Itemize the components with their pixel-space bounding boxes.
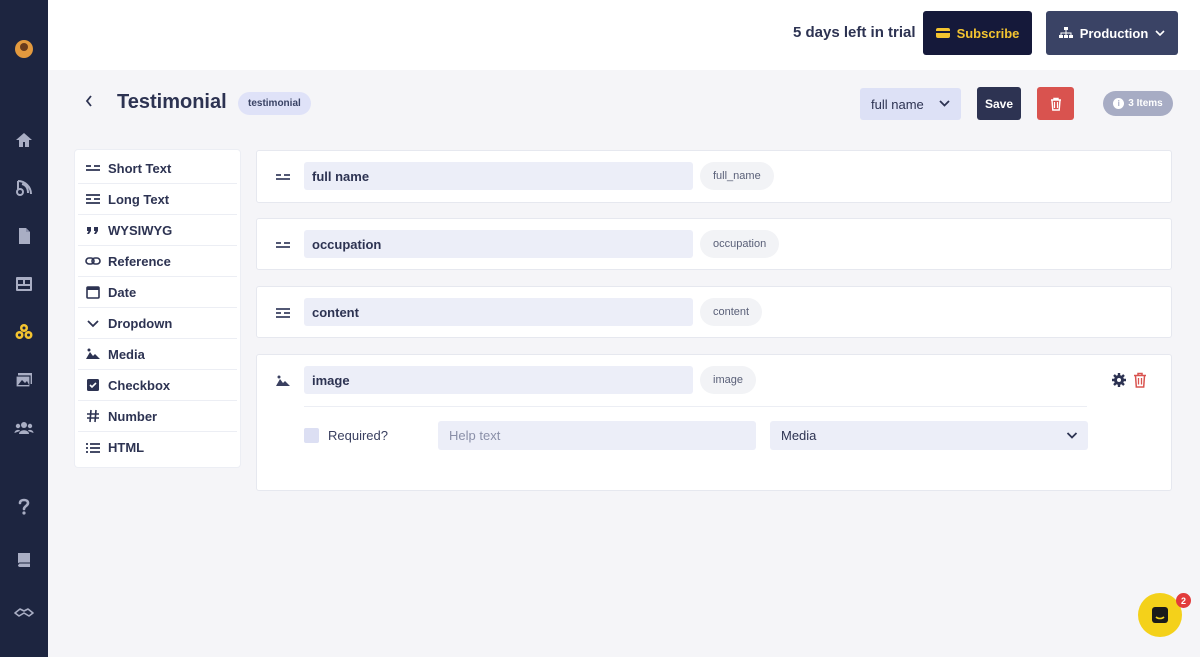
- field-row-occupation[interactable]: occupation occupation: [256, 218, 1172, 270]
- layout-icon[interactable]: [12, 272, 36, 296]
- sitemap-icon: [1058, 27, 1073, 38]
- left-navigation: [0, 0, 48, 657]
- palette-item-label: Media: [108, 346, 145, 362]
- trial-status: 5 days left in trial: [793, 24, 916, 41]
- palette-item-label: HTML: [108, 440, 145, 455]
- palette-item-html[interactable]: HTML: [78, 432, 237, 463]
- help-icon[interactable]: [12, 494, 36, 518]
- trash-icon[interactable]: [1133, 372, 1147, 388]
- palette-item-label: WYSIWYG: [108, 222, 173, 238]
- short-text-icon: [86, 165, 100, 171]
- handshake-icon[interactable]: [12, 600, 36, 624]
- field-type-select[interactable]: Media: [770, 421, 1088, 450]
- media-icon[interactable]: [12, 368, 36, 392]
- required-checkbox[interactable]: [304, 428, 319, 443]
- field-key-badge: full_name: [700, 162, 774, 190]
- checkbox-icon: [87, 379, 99, 391]
- hash-icon: [87, 409, 99, 423]
- delete-model-button[interactable]: [1037, 87, 1074, 120]
- help-text-input[interactable]: [438, 421, 756, 450]
- image-icon: [86, 348, 100, 359]
- trash-icon: [1050, 97, 1061, 111]
- field-row-full-name[interactable]: full name full_name: [256, 150, 1172, 203]
- title-field-select-value: full name: [871, 96, 924, 112]
- field-row-content[interactable]: content content: [256, 286, 1172, 338]
- environment-selector[interactable]: Production: [1046, 11, 1178, 55]
- users-icon[interactable]: [12, 416, 36, 440]
- chevron-left-icon: [85, 95, 92, 107]
- palette-item-short-text[interactable]: Short Text: [78, 153, 237, 184]
- items-count-badge: i 3 Items: [1103, 91, 1173, 116]
- field-type-select-value: Media: [781, 428, 817, 443]
- image-icon: [276, 375, 290, 386]
- field-name-input[interactable]: occupation: [304, 230, 693, 258]
- palette-item-wysiwyg[interactable]: WYSIWYG: [78, 215, 237, 246]
- field-name-input[interactable]: full name: [304, 162, 693, 190]
- chevron-down-icon: [1066, 432, 1078, 439]
- palette-item-label: Date: [108, 284, 137, 300]
- palette-item-media[interactable]: Media: [78, 339, 237, 370]
- field-key-badge: occupation: [700, 230, 780, 258]
- palette-item-long-text[interactable]: Long Text: [78, 184, 237, 215]
- long-text-icon: [86, 194, 100, 204]
- chevron-down-icon: [87, 320, 99, 328]
- calendar-icon: [86, 286, 100, 299]
- short-text-icon: [276, 242, 290, 248]
- field-key-badge: image: [700, 366, 756, 394]
- back-button[interactable]: [84, 94, 98, 112]
- save-button[interactable]: Save: [977, 87, 1021, 120]
- blog-icon[interactable]: [12, 176, 36, 200]
- palette-item-label: Checkbox: [108, 377, 171, 393]
- palette-item-label: Long Text: [108, 191, 170, 207]
- chat-notification-badge: 2: [1176, 593, 1191, 608]
- top-bar: 5 days left in trial Subscribe Productio…: [48, 0, 1200, 70]
- palette-item-label: Reference: [108, 253, 171, 269]
- palette-item-label: Number: [108, 408, 158, 424]
- palette-item-date[interactable]: Date: [78, 277, 237, 308]
- palette-item-dropdown[interactable]: Dropdown: [78, 308, 237, 339]
- palette-item-checkbox[interactable]: Checkbox: [78, 370, 237, 401]
- field-name-input[interactable]: image: [304, 366, 693, 394]
- palette-item-number[interactable]: Number: [78, 401, 237, 432]
- palette-item-label: Dropdown: [108, 315, 173, 331]
- avatar[interactable]: [15, 40, 33, 58]
- quote-icon: [87, 227, 98, 234]
- gear-icon[interactable]: [1111, 372, 1127, 388]
- environment-label: Production: [1079, 25, 1149, 41]
- short-text-icon: [276, 174, 290, 180]
- page-title: Testimonial: [117, 91, 227, 113]
- field-name-input[interactable]: content: [304, 298, 693, 326]
- list-icon: [86, 442, 100, 453]
- model-slug-badge: testimonial: [238, 92, 311, 115]
- title-field-select[interactable]: full name: [860, 88, 961, 120]
- long-text-icon: [276, 308, 290, 318]
- subscribe-button[interactable]: Subscribe: [923, 11, 1032, 55]
- field-row-image-expanded[interactable]: image image Required? Media: [256, 354, 1172, 491]
- subscribe-label: Subscribe: [956, 25, 1020, 41]
- link-icon: [85, 257, 101, 265]
- palette-item-reference[interactable]: Reference: [78, 246, 237, 277]
- chevron-down-icon: [1155, 30, 1165, 36]
- divider: [304, 406, 1087, 407]
- home-icon[interactable]: [12, 128, 36, 152]
- file-icon[interactable]: [12, 224, 36, 248]
- chevron-down-icon: [939, 100, 950, 107]
- items-count: 3 Items: [1128, 98, 1163, 109]
- models-icon[interactable]: [12, 320, 36, 344]
- required-label: Required?: [328, 428, 388, 443]
- book-icon[interactable]: [12, 548, 36, 572]
- field-type-palette: Short Text Long Text WYSIWYG Reference D…: [75, 150, 240, 467]
- info-icon: i: [1113, 98, 1125, 109]
- field-key-badge: content: [700, 298, 763, 326]
- credit-card-icon: [935, 28, 950, 38]
- palette-item-label: Short Text: [108, 160, 172, 176]
- field-actions: [1111, 372, 1147, 388]
- chat-icon: [1152, 607, 1168, 623]
